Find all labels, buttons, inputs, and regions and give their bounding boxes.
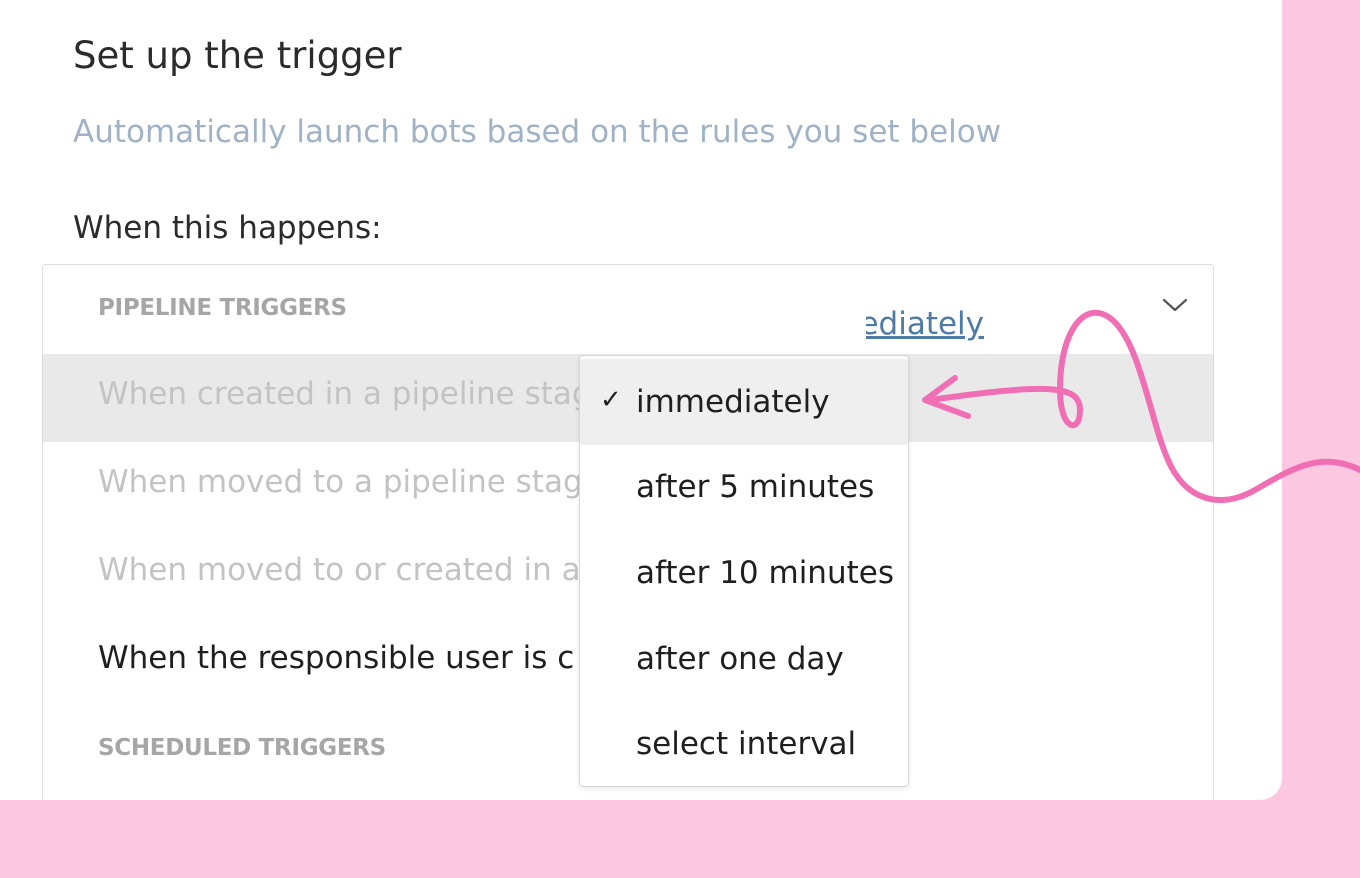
dropdown-item-after-10-minutes[interactable]: after 10 minutes — [580, 530, 908, 616]
dropdown-item-after-5-minutes[interactable]: after 5 minutes — [580, 444, 908, 530]
dropdown-item-label: after 10 minutes — [636, 555, 894, 591]
option-label: When moved to a pipeline stag — [98, 464, 583, 500]
dropdown-item-label: after 5 minutes — [636, 469, 875, 505]
page-title: Set up the trigger — [73, 34, 402, 77]
timing-dropdown: ✓ immediately after 5 minutes after 10 m… — [579, 355, 909, 787]
option-label: When moved to or created in a — [98, 552, 581, 588]
checkmark-icon: ✓ — [600, 385, 622, 415]
dropdown-item-immediately[interactable]: ✓ immediately — [580, 359, 908, 445]
dropdown-item-label: immediately — [636, 384, 830, 420]
scheduled-triggers-header: SCHEDULED TRIGGERS — [98, 735, 386, 761]
page-subtitle: Automatically launch bots based on the r… — [73, 114, 1002, 150]
pipeline-triggers-header: PIPELINE TRIGGERS — [98, 295, 347, 321]
chevron-down-icon[interactable] — [1161, 295, 1189, 315]
timing-link[interactable]: ediately — [866, 306, 984, 342]
option-label: When the responsible user is c — [98, 640, 575, 676]
dropdown-item-after-one-day[interactable]: after one day — [580, 616, 908, 702]
option-label: When created in a pipeline stag — [98, 376, 592, 412]
trigger-setup-card: Set up the trigger Automatically launch … — [0, 0, 1282, 800]
dropdown-item-label: after one day — [636, 641, 844, 677]
dropdown-item-select-interval[interactable]: select interval — [580, 701, 908, 786]
dropdown-item-label: select interval — [636, 726, 857, 762]
when-this-happens-label: When this happens: — [73, 210, 382, 246]
